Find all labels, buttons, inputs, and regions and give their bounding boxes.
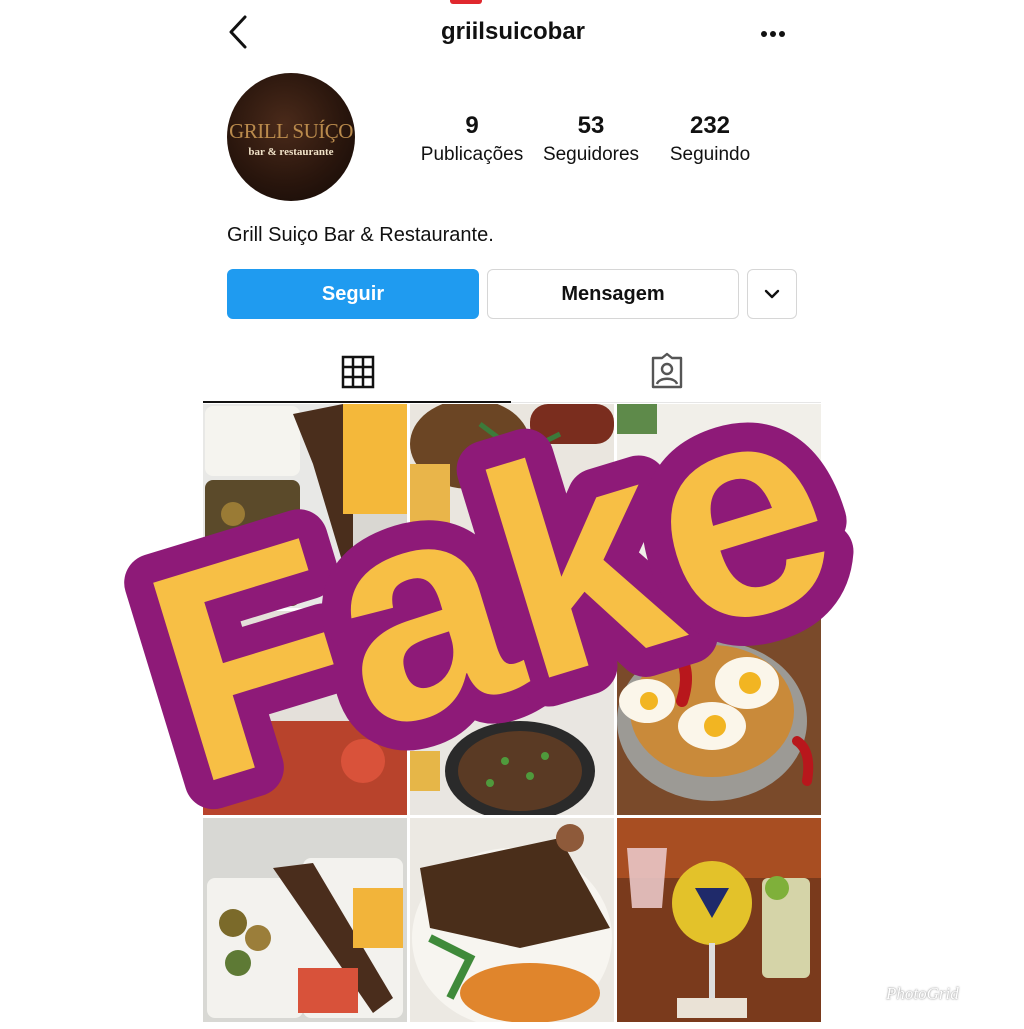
stat-label: Publicações <box>420 144 524 165</box>
post-9[interactable] <box>617 818 821 1022</box>
posts-grid <box>203 404 821 1022</box>
tab-tagged[interactable] <box>647 352 687 392</box>
tab-posts-grid[interactable] <box>338 352 378 392</box>
stat-count: 53 <box>577 112 605 139</box>
grid-icon <box>341 355 375 389</box>
stat-label: Seguidores <box>542 144 640 165</box>
more-horizontal-icon <box>761 31 785 37</box>
more-options-button[interactable] <box>759 20 789 48</box>
suggested-accounts-button[interactable] <box>747 269 797 319</box>
profile-header: griilsuicobar <box>203 0 823 66</box>
stat-count: 9 <box>465 112 479 139</box>
active-tab-indicator <box>203 401 511 403</box>
plate-photo <box>617 404 821 608</box>
eggs-and-sausage-pan-photo <box>617 611 821 815</box>
stat-posts[interactable]: 9 Publicações <box>407 112 537 166</box>
post-2[interactable] <box>410 404 614 608</box>
cocktails-photo <box>617 818 821 1022</box>
steak-and-spaghetti-photo <box>410 818 614 1022</box>
tomato-dish-photo <box>203 611 407 815</box>
avatar-logo-subtext: bar & restaurante <box>248 146 334 158</box>
beans-and-sausage-photo <box>410 404 614 608</box>
message-button[interactable]: Mensagem <box>487 269 739 319</box>
photogrid-watermark: PhotoGrid <box>886 984 959 1003</box>
skewer-lunchbox-photo <box>203 818 407 1022</box>
post-7[interactable] <box>203 818 407 1022</box>
avatar[interactable]: GRILL SUÍÇO bar & restaurante <box>227 73 355 201</box>
post-6[interactable] <box>617 611 821 815</box>
profile-bio: Grill Suiço Bar & Restaurante. <box>227 224 494 246</box>
stat-followers[interactable]: 53 Seguidores <box>526 112 656 166</box>
stat-count: 232 <box>689 112 731 139</box>
chevron-down-icon <box>764 289 780 299</box>
follow-button[interactable]: Seguir <box>227 269 479 319</box>
grilled-meat-lunchbox-photo <box>203 404 407 608</box>
post-1[interactable] <box>203 404 407 608</box>
post-3[interactable] <box>617 404 821 608</box>
tagged-icon <box>651 352 683 389</box>
stat-following[interactable]: 232 Seguindo <box>645 112 775 166</box>
profile-username: griilsuicobar <box>440 18 586 45</box>
bean-stew-photo <box>410 611 614 815</box>
post-5[interactable] <box>410 611 614 815</box>
avatar-logo-text: GRILL SUÍÇO <box>229 119 353 143</box>
post-4[interactable] <box>203 611 407 815</box>
stat-label: Seguindo <box>669 144 751 165</box>
post-8[interactable] <box>410 818 614 1022</box>
